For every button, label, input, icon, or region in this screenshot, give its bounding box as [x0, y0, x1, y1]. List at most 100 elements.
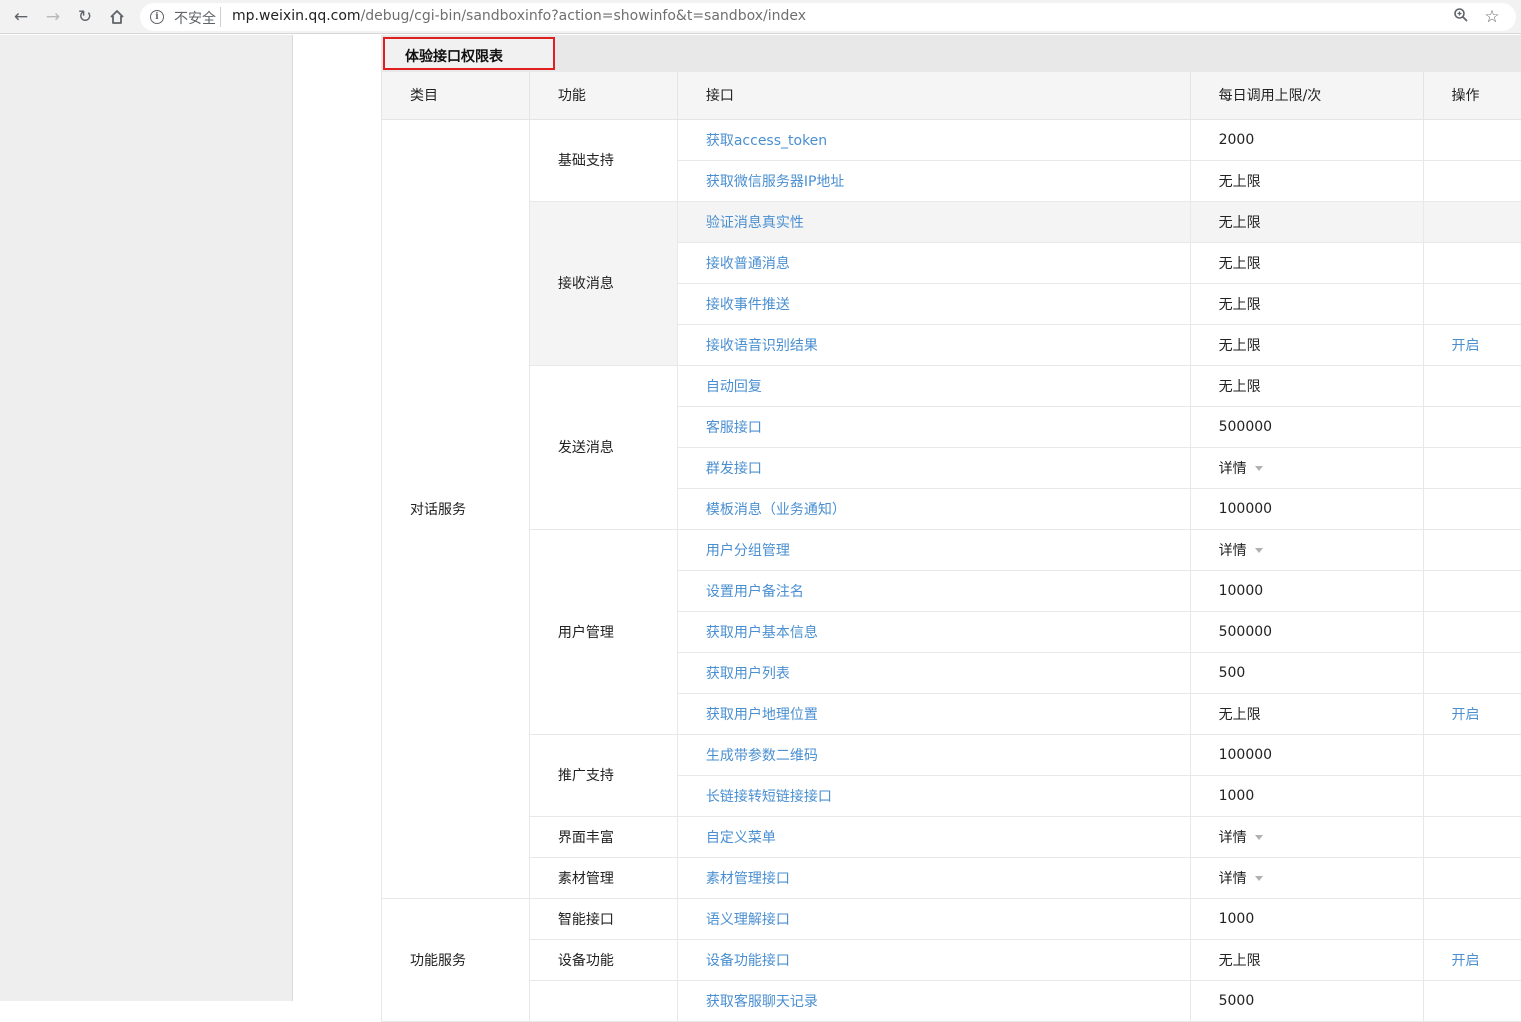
limit-cell: 详情 — [1190, 816, 1423, 857]
api-link[interactable]: 获取微信服务器IP地址 — [706, 174, 845, 190]
table-row: 推广支持生成带参数二维码100000 — [382, 734, 1521, 775]
details-dropdown[interactable]: 详情 — [1219, 871, 1263, 887]
api-cell: 获取用户地理位置 — [677, 693, 1190, 734]
chevron-down-icon — [1255, 466, 1263, 471]
limit-value: 2000 — [1219, 132, 1255, 148]
limit-value: 100000 — [1219, 747, 1272, 763]
api-cell: 设备功能接口 — [677, 939, 1190, 980]
details-dropdown[interactable]: 详情 — [1219, 461, 1263, 477]
function-label: 基础支持 — [558, 153, 614, 169]
enable-link[interactable]: 开启 — [1452, 707, 1480, 723]
api-cell: 获取用户基本信息 — [677, 611, 1190, 652]
api-cell: 设置用户备注名 — [677, 570, 1190, 611]
action-cell — [1423, 406, 1521, 447]
function-cell: 素材管理 — [529, 857, 677, 898]
action-cell — [1423, 529, 1521, 570]
api-cell: 获取access_token — [677, 119, 1190, 160]
api-cell: 群发接口 — [677, 447, 1190, 488]
header-function: 功能 — [529, 72, 677, 119]
api-link[interactable]: 接收普通消息 — [706, 256, 790, 272]
api-cell: 接收事件推送 — [677, 283, 1190, 324]
api-link[interactable]: 获取用户列表 — [706, 666, 790, 682]
action-cell — [1423, 242, 1521, 283]
api-cell: 获取用户列表 — [677, 652, 1190, 693]
limit-cell: 无上限 — [1190, 160, 1423, 201]
api-link[interactable]: 自定义菜单 — [706, 830, 776, 846]
limit-value: 无上限 — [1219, 379, 1261, 395]
function-cell: 设备功能 — [529, 939, 677, 980]
details-dropdown[interactable]: 详情 — [1219, 543, 1263, 559]
action-cell — [1423, 734, 1521, 775]
function-cell: 基础支持 — [529, 119, 677, 201]
info-icon[interactable]: i — [150, 10, 164, 24]
limit-cell: 详情 — [1190, 447, 1423, 488]
url-path: /debug/cgi-bin/sandboxinfo?action=showin… — [361, 8, 806, 24]
highlight-box: 体验接口权限表 — [383, 37, 555, 70]
api-link[interactable]: 设置用户备注名 — [706, 584, 804, 600]
back-icon[interactable]: ← — [9, 5, 33, 29]
function-label: 智能接口 — [558, 912, 614, 928]
security-label[interactable]: 不安全 — [174, 8, 216, 28]
api-link[interactable]: 获取用户基本信息 — [706, 625, 818, 641]
api-link[interactable]: 语义理解接口 — [706, 912, 790, 928]
api-link[interactable]: 获取客服聊天记录 — [706, 994, 818, 1010]
api-cell: 客服接口 — [677, 406, 1190, 447]
address-bar[interactable]: i 不安全 mp.weixin.qq.com/debug/cgi-bin/san… — [140, 3, 1516, 31]
api-link[interactable]: 接收语音识别结果 — [706, 338, 818, 354]
api-link[interactable]: 获取access_token — [706, 133, 827, 149]
api-link[interactable]: 群发接口 — [706, 461, 762, 477]
api-link[interactable]: 自动回复 — [706, 379, 762, 395]
api-cell: 接收普通消息 — [677, 242, 1190, 283]
function-cell: 发送消息 — [529, 365, 677, 529]
action-cell — [1423, 898, 1521, 939]
api-link[interactable]: 长链接转短链接接口 — [706, 789, 832, 805]
action-cell: 开启 — [1423, 939, 1521, 980]
api-link[interactable]: 模板消息（业务通知） — [706, 502, 846, 518]
api-cell: 生成带参数二维码 — [677, 734, 1190, 775]
function-cell: 接收消息 — [529, 201, 677, 365]
table-row: 界面丰富 自定义菜单 详情 — [382, 816, 1521, 857]
limit-value: 500000 — [1219, 419, 1272, 435]
table-body: 对话服务基础支持获取access_token2000获取微信服务器IP地址无上限… — [382, 119, 1521, 1021]
bookmark-star-icon[interactable]: ☆ — [1482, 7, 1502, 27]
limit-cell: 无上限 — [1190, 693, 1423, 734]
api-link[interactable]: 客服接口 — [706, 420, 762, 436]
api-link[interactable]: 设备功能接口 — [706, 953, 790, 969]
enable-link[interactable]: 开启 — [1452, 953, 1480, 969]
limit-value: 无上限 — [1219, 297, 1261, 313]
function-cell: 智能接口 — [529, 898, 677, 939]
api-link[interactable]: 用户分组管理 — [706, 543, 790, 559]
forward-icon[interactable]: → — [41, 5, 65, 29]
table-row: 对话服务基础支持获取access_token2000 — [382, 119, 1521, 160]
api-link[interactable]: 获取用户地理位置 — [706, 707, 818, 723]
limit-value: 无上限 — [1219, 174, 1261, 190]
details-dropdown[interactable]: 详情 — [1219, 830, 1263, 846]
action-cell — [1423, 816, 1521, 857]
url-text[interactable]: mp.weixin.qq.com/debug/cgi-bin/sandboxin… — [232, 8, 806, 24]
limit-cell: 1000 — [1190, 775, 1423, 816]
home-icon[interactable] — [105, 5, 129, 29]
api-link[interactable]: 素材管理接口 — [706, 871, 790, 887]
chevron-down-icon — [1255, 835, 1263, 840]
api-cell: 用户分组管理 — [677, 529, 1190, 570]
enable-link[interactable]: 开启 — [1452, 338, 1480, 354]
function-cell: 界面丰富 — [529, 816, 677, 857]
browser-toolbar: ← → ↻ i 不安全 mp.weixin.qq.com/debug/cgi-b… — [0, 0, 1521, 34]
action-cell — [1423, 365, 1521, 406]
api-link[interactable]: 接收事件推送 — [706, 297, 790, 313]
limit-cell: 100000 — [1190, 734, 1423, 775]
limit-value: 500000 — [1219, 624, 1272, 640]
api-cell: 获取微信服务器IP地址 — [677, 160, 1190, 201]
zoom-icon[interactable] — [1451, 7, 1471, 27]
limit-cell: 详情 — [1190, 529, 1423, 570]
api-link[interactable]: 验证消息真实性 — [706, 215, 804, 231]
limit-cell: 100000 — [1190, 488, 1423, 529]
limit-cell: 无上限 — [1190, 283, 1423, 324]
api-cell: 模板消息（业务通知） — [677, 488, 1190, 529]
action-cell — [1423, 570, 1521, 611]
api-link[interactable]: 生成带参数二维码 — [706, 748, 818, 764]
table-row: 功能服务智能接口语义理解接口1000 — [382, 898, 1521, 939]
url-host: mp.weixin.qq.com — [232, 8, 361, 24]
reload-icon[interactable]: ↻ — [73, 5, 97, 29]
function-label: 界面丰富 — [558, 830, 614, 846]
